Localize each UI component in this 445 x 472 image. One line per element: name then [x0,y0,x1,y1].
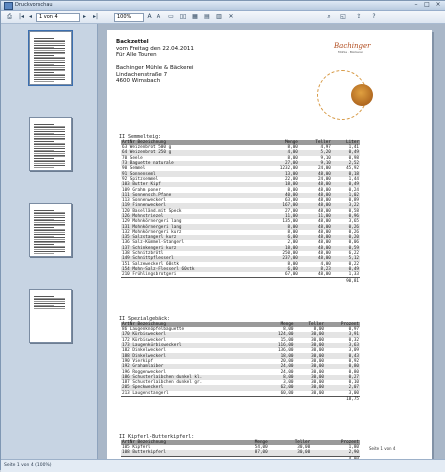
zoom-in-button[interactable]: A [146,13,153,21]
status-bar: Seite 1 von 4 (100%) [1,459,445,472]
table-cell [264,395,295,403]
find-button[interactable]: ⌕ [325,13,333,21]
first-page-button[interactable]: |◂ [17,13,26,21]
bookmark-icon[interactable]: ◱ [339,13,347,21]
preview-window: Druckvorschau – □ × ⎙ |◂ ◂ 1 von 4 ▸ ▸| … [0,0,445,472]
company-name: Bachinger Mühle & Bäckerei [116,65,194,71]
table-cell [261,277,299,284]
app-icon [4,2,13,10]
preview-content: Backzettel vom Freitag den 22.04.2011 Fü… [1,24,445,459]
page-view: Backzettel vom Freitag den 22.04.2011 Fü… [98,24,445,459]
two-pages-icon[interactable]: ▯▯ [179,13,187,21]
report-table: ArtNr Bezeichnung Menge Teller Prozent 105 K… [121,440,360,459]
status-text: Seite 1 von 4 (100%) [4,463,52,468]
next-page-button[interactable]: ▸ [81,13,88,21]
page-thumbnail-4[interactable] [29,289,72,343]
title-bar: Druckvorschau – □ × [1,1,445,11]
page-select[interactable]: 1 von 4 [36,13,80,22]
zoom-select[interactable]: 100% [114,13,144,22]
help-button[interactable]: ? [370,13,378,21]
page-thumbnail-3[interactable] [29,203,72,257]
table-cell [298,277,332,284]
report-date: vom Freitag den 22.04.2011 [116,45,194,52]
export-icon[interactable]: ⇪ [355,13,363,21]
table-cell [294,395,325,403]
thumbnail-line [34,252,54,254]
single-page-icon[interactable]: ▭ [167,13,175,21]
thumbnails-icon[interactable]: ▥ [215,13,223,21]
maximize-icon[interactable]: □ [422,2,432,8]
company-city: 4600 Wimsbach [116,78,161,84]
window-title: Druckvorschau [15,2,53,8]
zoom-out-button[interactable]: A [155,13,162,21]
last-page-button[interactable]: ▸| [91,13,100,21]
page-footer: Seite 1 von 4 [369,446,396,451]
report-table: ArtNr Bezeichnung Menge Teller Liter 63 Weiz… [121,140,360,284]
report-scope: Für Alle Touren [116,52,157,58]
thumbnail-line [34,166,54,168]
report-header: Backzettel vom Freitag den 22.04.2011 Fü… [116,39,194,85]
thumbnail-pane [1,24,98,459]
report-table: ArtNr Bezeichnung Menge Teller Prozent 86 La… [121,322,360,403]
section-total: 90,81 [331,277,360,284]
four-pages-icon[interactable]: ▦ [191,13,199,21]
section-total: 18,75 [325,395,360,403]
total-row: 90,81 [121,277,360,284]
table-cell [121,277,262,284]
total-row: 18,75 [121,395,360,403]
toolbar: ⎙ |◂ ◂ 1 von 4 ▸ ▸| 100% A A ▭ ▯▯ ▦ ▤ ▥ … [1,11,445,24]
close-icon[interactable]: × [433,2,443,8]
page-thumbnail-1[interactable] [28,30,73,86]
thumbnail-line [34,307,65,309]
brand-subtitle: Mühle · Bäckerei [338,50,363,54]
company-street: Lindachenstraße 7 [116,71,168,78]
table-cell [121,395,264,403]
report-page: Backzettel vom Freitag den 22.04.2011 Fü… [107,30,432,459]
brand-logo-text: Bachinger [334,42,371,50]
prev-page-button[interactable]: ◂ [27,13,34,21]
close-preview-button[interactable]: ✕ [227,13,235,21]
page-thumbnail-2[interactable] [29,117,72,171]
thumbnail-line [34,80,54,82]
print-button[interactable]: ⎙ [5,13,14,21]
bread-logo-image [351,84,373,106]
report-title: Backzettel [116,39,149,45]
minimize-icon[interactable]: – [411,2,421,8]
six-pages-icon[interactable]: ▤ [203,13,211,21]
